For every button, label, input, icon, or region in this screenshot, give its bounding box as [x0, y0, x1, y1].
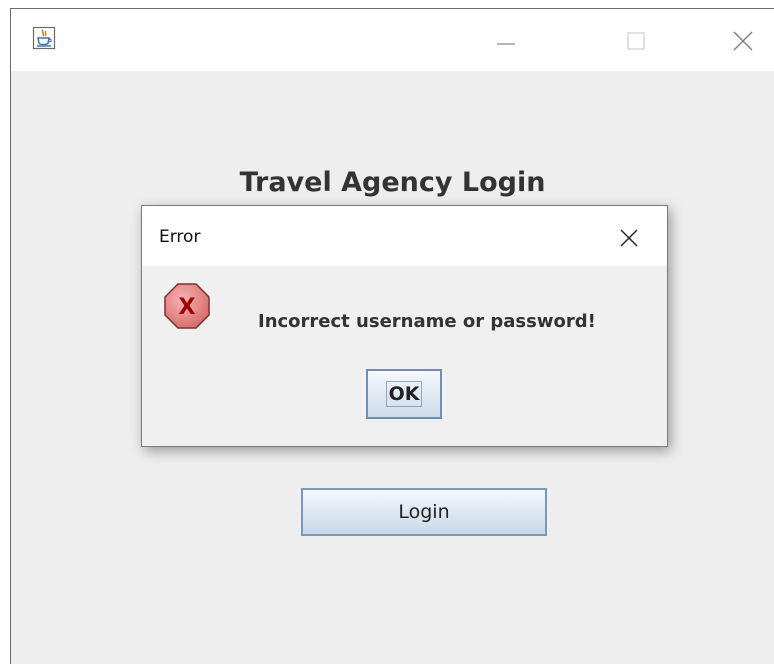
ok-button-label: OK	[385, 381, 423, 407]
close-icon	[620, 229, 638, 247]
minimize-button[interactable]	[486, 21, 526, 61]
login-title: Travel Agency Login	[239, 167, 546, 198]
window-titlebar	[11, 9, 774, 71]
maximize-icon	[627, 32, 645, 50]
close-button[interactable]	[723, 21, 763, 61]
dialog-close-button[interactable]	[612, 221, 646, 255]
error-x-icon: X	[163, 282, 211, 330]
close-icon	[733, 31, 753, 51]
minimize-icon	[497, 43, 515, 45]
dialog-title: Error	[159, 227, 201, 247]
java-app-icon[interactable]	[32, 26, 56, 50]
error-dialog: Error X Incorrect username or password! …	[141, 205, 668, 447]
dialog-titlebar: Error	[142, 206, 667, 266]
svg-text:X: X	[179, 295, 196, 320]
maximize-button[interactable]	[616, 21, 656, 61]
error-message: Incorrect username or password!	[258, 311, 596, 332]
ok-button[interactable]: OK	[366, 369, 442, 419]
screen: Travel Agency Login Login Error X Incorr…	[0, 0, 774, 664]
login-button[interactable]: Login	[301, 488, 547, 536]
